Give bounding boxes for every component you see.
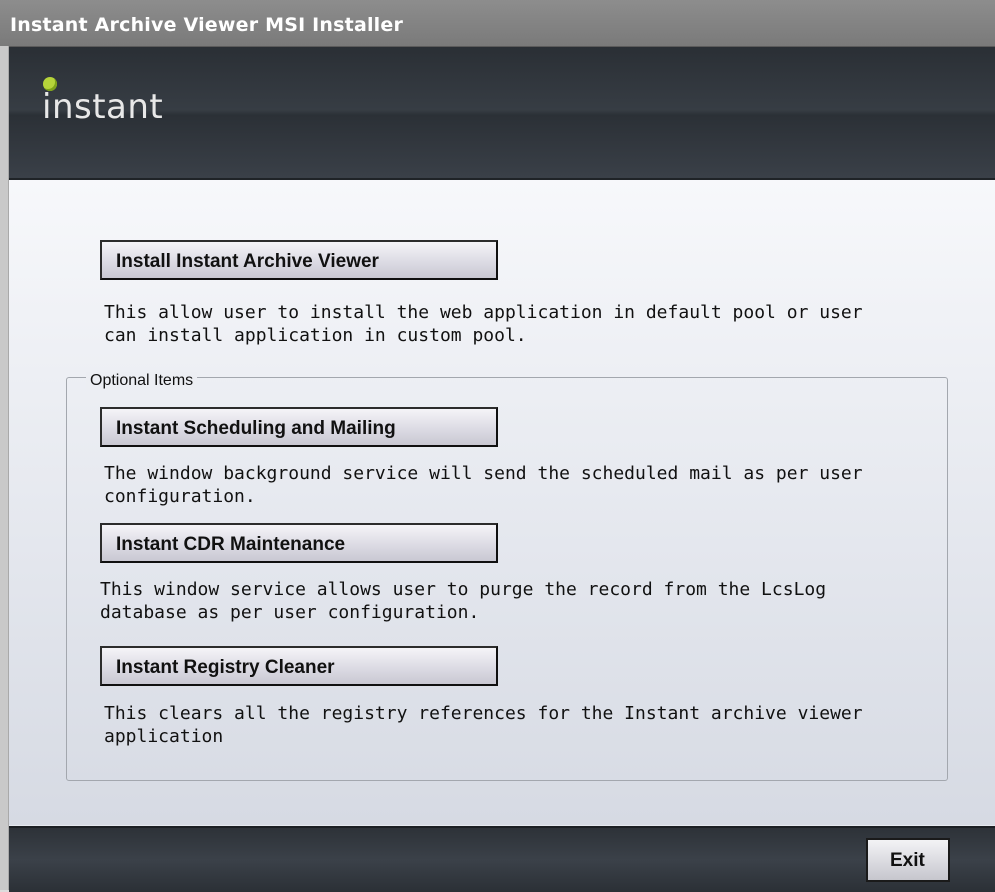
install-archive-viewer-label: Install Instant Archive Viewer bbox=[116, 251, 379, 272]
scheduling-mailing-label: Instant Scheduling and Mailing bbox=[116, 418, 396, 439]
optional-items-label: Optional Items bbox=[86, 372, 198, 390]
title-bar[interactable]: Instant Archive Viewer MSI Installer bbox=[0, 0, 995, 47]
cdr-maintenance-label: Instant CDR Maintenance bbox=[116, 534, 346, 555]
scheduling-mailing-button[interactable]: Instant Scheduling and Mailing bbox=[100, 407, 498, 447]
exit-button-label: Exit bbox=[890, 850, 925, 871]
install-archive-viewer-description: This allow user to install the web appli… bbox=[104, 302, 863, 346]
registry-cleaner-button[interactable]: Instant Registry Cleaner bbox=[100, 646, 498, 686]
header-banner: instant bbox=[9, 47, 995, 180]
registry-cleaner-description: This clears all the registry references … bbox=[104, 703, 863, 747]
window-left-edge bbox=[0, 46, 9, 890]
installer-window: Instant Archive Viewer MSI Installer ins… bbox=[0, 0, 995, 892]
registry-cleaner-label: Instant Registry Cleaner bbox=[116, 657, 335, 678]
exit-button[interactable]: Exit bbox=[866, 838, 950, 882]
brand-logo: instant bbox=[42, 87, 164, 127]
footer-bar bbox=[9, 826, 995, 892]
install-archive-viewer-button[interactable]: Install Instant Archive Viewer bbox=[100, 240, 498, 280]
cdr-maintenance-button[interactable]: Instant CDR Maintenance bbox=[100, 523, 498, 563]
cdr-maintenance-description: This window service allows user to purge… bbox=[100, 579, 827, 623]
scheduling-mailing-description: The window background service will send … bbox=[104, 463, 863, 507]
window-title: Instant Archive Viewer MSI Installer bbox=[10, 14, 404, 36]
